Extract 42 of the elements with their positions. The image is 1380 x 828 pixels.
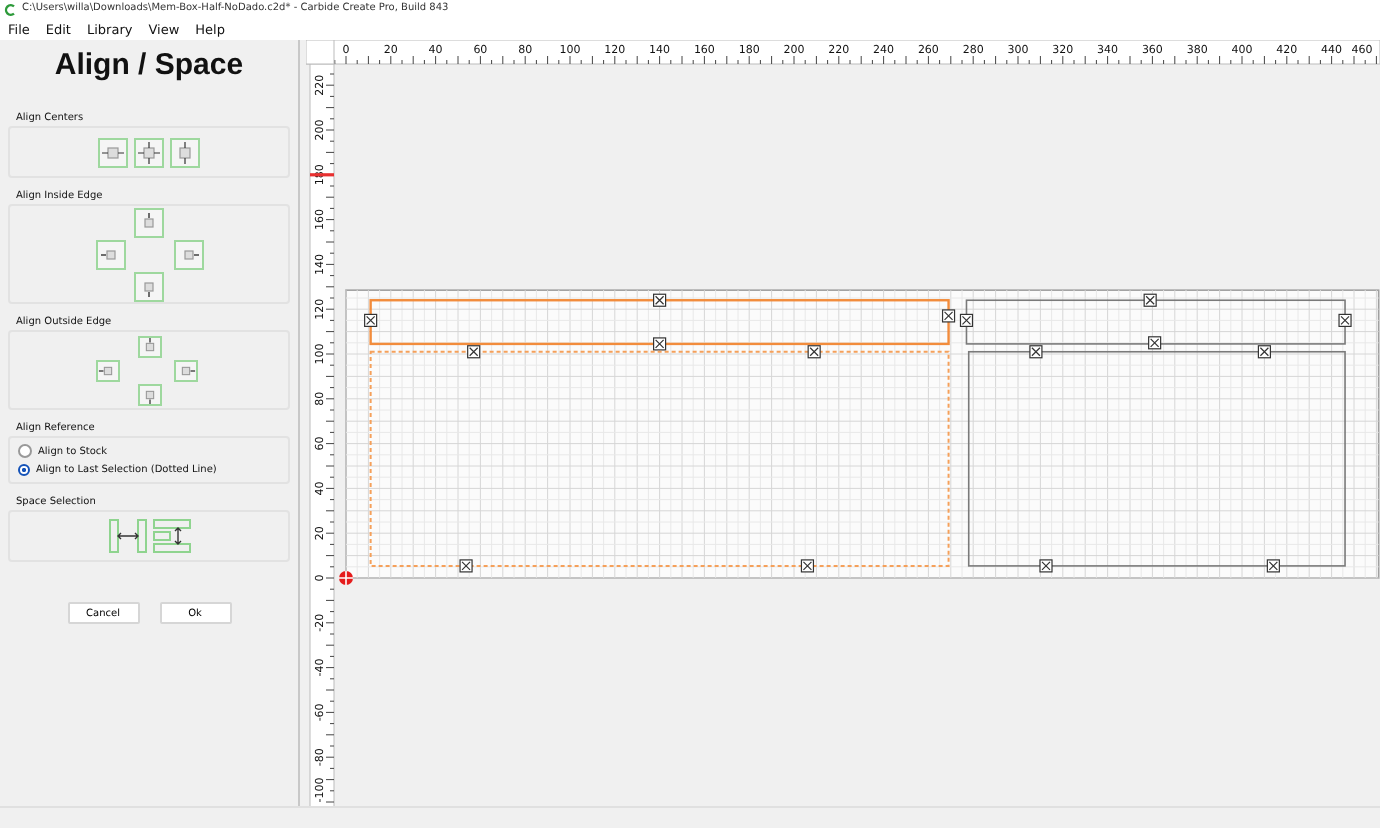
crossed-box-icon: [1029, 345, 1043, 359]
crossed-box-icon: [1143, 293, 1157, 307]
align-button[interactable]: [173, 359, 197, 381]
rectangle-shape[interactable]: [965, 299, 1346, 345]
crossed-box-icon: [1257, 345, 1271, 359]
align-button[interactable]: [98, 137, 128, 167]
crossed-box-icon: [467, 345, 481, 359]
crossed-box-icon: [459, 559, 473, 573]
crossed-box-icon: [1338, 313, 1352, 327]
reference-rectangle[interactable]: [369, 350, 950, 567]
align-button[interactable]: [170, 137, 200, 167]
align-button[interactable]: [134, 207, 164, 237]
crossed-box-icon: [1039, 559, 1053, 573]
align-arrows-icon: [102, 141, 124, 163]
panel-title: Align / Space: [52, 48, 246, 84]
crossed-box-icon: [800, 559, 815, 573]
crossed-box-icon: [653, 337, 667, 351]
crossed-box-icon: [941, 309, 956, 323]
align-arrows-icon: [138, 141, 160, 163]
crossed-box-icon: [1266, 559, 1280, 573]
space-vertical-button[interactable]: [151, 518, 191, 554]
rectangle-shape[interactable]: [967, 350, 1346, 567]
space-horizontal-button[interactable]: [107, 518, 147, 554]
origin-icon: [338, 570, 354, 586]
align-button[interactable]: [134, 271, 164, 301]
align-button[interactable]: [95, 359, 119, 381]
app-icon: [4, 3, 16, 15]
cursor-marker: [310, 173, 334, 177]
crossed-box-icon: [807, 345, 821, 359]
align-button[interactable]: [137, 335, 161, 357]
align-button[interactable]: [134, 137, 164, 167]
selected-rectangle[interactable]: [369, 299, 950, 346]
radio-button[interactable]: [18, 444, 32, 458]
align-button[interactable]: [95, 239, 125, 269]
align-arrows-icon: [174, 141, 196, 163]
crossed-box-icon: [653, 293, 667, 307]
radio-button[interactable]: [18, 464, 30, 476]
align-button[interactable]: [173, 239, 203, 269]
crossed-box-icon: [959, 313, 974, 327]
crossed-box-icon: [364, 313, 378, 327]
align-button[interactable]: [137, 383, 161, 405]
crossed-box-icon: [1148, 336, 1162, 350]
